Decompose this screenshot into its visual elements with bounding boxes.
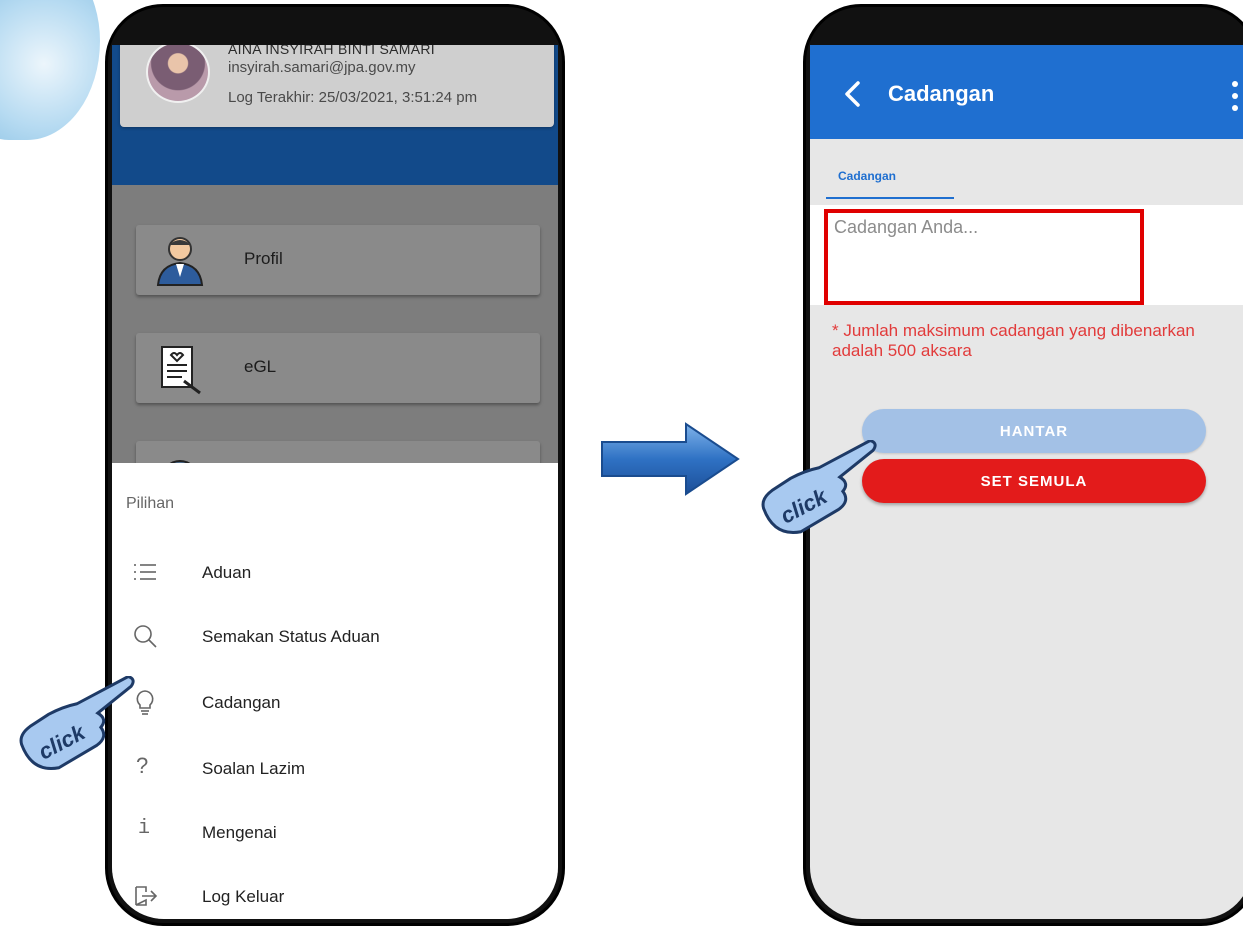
pointing-hand-icon: click (761, 440, 877, 534)
app-bar: Cadangan (810, 45, 1243, 139)
more-vert-icon[interactable] (1228, 79, 1242, 113)
tab-cadangan[interactable]: Cadangan (826, 163, 954, 199)
sheet-title: Pilihan (126, 495, 175, 512)
profile-card: AINA INSYIRAH BINTI SAMARI insyirah.sama… (120, 45, 554, 127)
sheet-item-log-keluar[interactable]: Log Keluar (112, 877, 558, 917)
tab-label: Cadangan (838, 169, 897, 183)
document-icon (161, 346, 201, 395)
options-sheet: Pilihan Aduan Semakan Status Aduan Cadan… (112, 463, 558, 919)
app-bar-title: Cadangan (888, 81, 995, 106)
character-limit-note: * Jumlah maksimum cadangan yang dibenark… (832, 321, 1195, 360)
sheet-item-label: Mengenai (202, 823, 277, 842)
phone-frame-left: AINA INSYIRAH BINTI SAMARI insyirah.sama… (105, 4, 565, 926)
menu-screen: AINA INSYIRAH BINTI SAMARI insyirah.sama… (112, 45, 558, 919)
sheet-item-label: Log Keluar (202, 887, 285, 906)
set-semula-button[interactable]: SET SEMULA (862, 459, 1206, 503)
suggestion-input-container (810, 205, 1243, 305)
back-arrow-icon[interactable] (840, 79, 866, 109)
profil-label: Profil (244, 249, 283, 268)
avatar (146, 45, 210, 103)
pointing-hand-icon: click (19, 676, 135, 770)
egl-label: eGL (244, 357, 277, 376)
sheet-item-soalan-lazim[interactable]: ? Soalan Lazim (112, 749, 558, 789)
user-icon (156, 237, 204, 286)
right-arrow-icon (601, 422, 740, 496)
hantar-button[interactable]: HANTAR (862, 409, 1206, 453)
tab-indicator (826, 197, 954, 199)
sheet-item-mengenai[interactable]: i Mengenai (112, 813, 558, 853)
sheet-item-label: Cadangan (202, 693, 281, 712)
profile-email: insyirah.samari@jpa.gov.my (228, 59, 416, 76)
search-icon (134, 625, 157, 648)
profile-name: AINA INSYIRAH BINTI SAMARI (228, 45, 435, 57)
info-icon: i (138, 817, 151, 840)
egl-button[interactable]: eGL (136, 333, 540, 403)
sheet-item-cadangan[interactable]: Cadangan (112, 683, 558, 723)
profil-button[interactable]: Profil (136, 225, 540, 295)
decorative-blob (0, 0, 100, 140)
suggestion-input[interactable] (828, 213, 1150, 301)
sheet-item-label: Soalan Lazim (202, 759, 306, 778)
sheet-item-semakan-status-aduan[interactable]: Semakan Status Aduan (112, 617, 558, 657)
logout-icon (135, 886, 158, 906)
last-login: Log Terakhir: 25/03/2021, 3:51:24 pm (228, 89, 478, 106)
list-icon (134, 564, 156, 580)
sheet-item-label: Semakan Status Aduan (202, 627, 380, 646)
sheet-item-aduan[interactable]: Aduan (112, 553, 558, 593)
sheet-item-label: Aduan (202, 563, 252, 582)
